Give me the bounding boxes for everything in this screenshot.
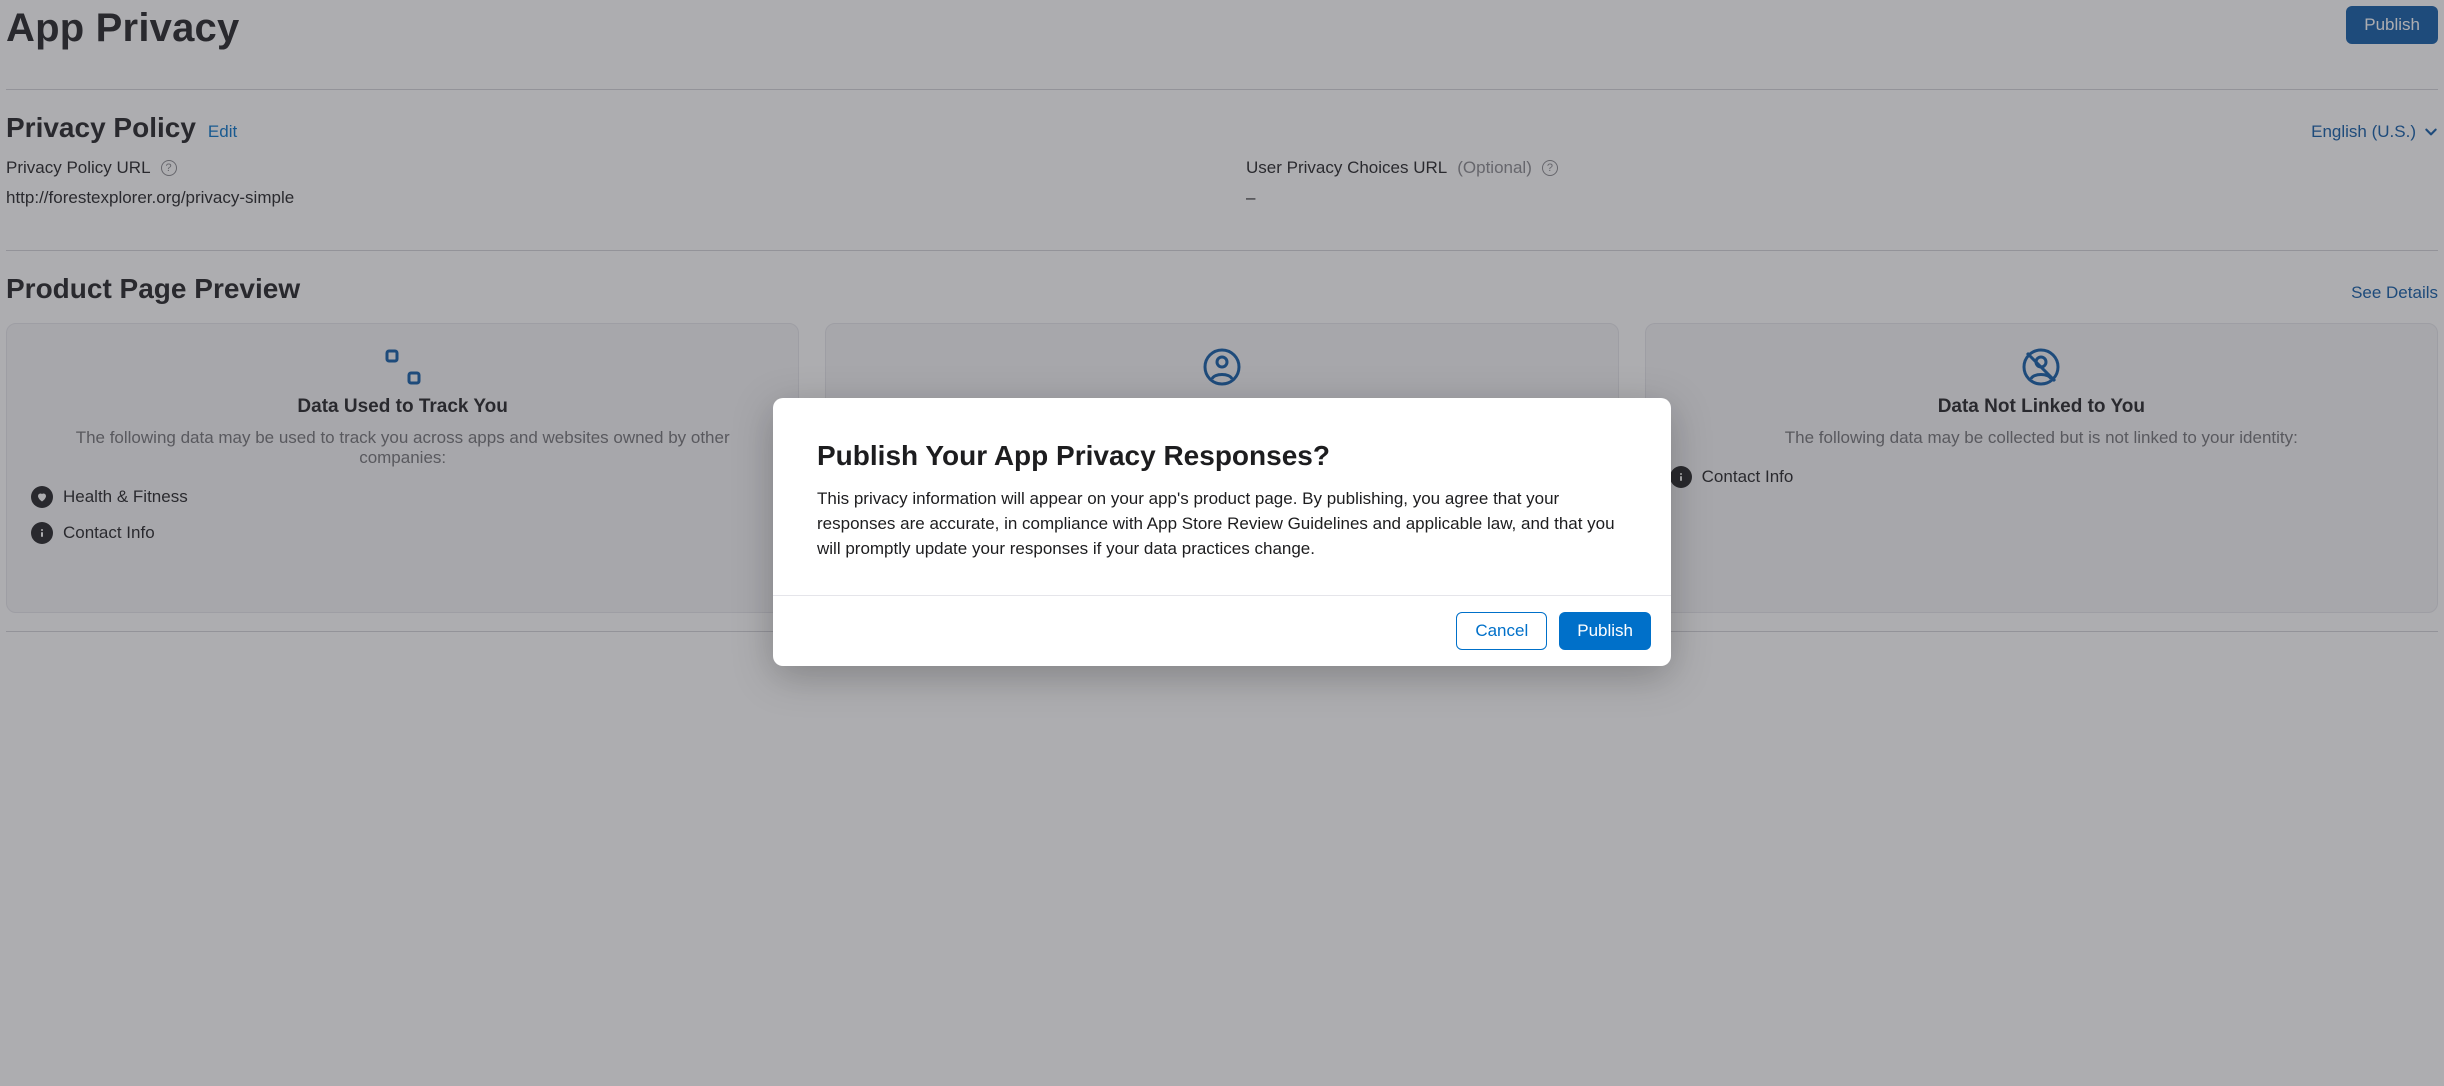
modal-title: Publish Your App Privacy Responses?	[817, 440, 1627, 472]
modal-text: This privacy information will appear on …	[817, 486, 1627, 561]
modal-overlay[interactable]: Publish Your App Privacy Responses? This…	[0, 0, 2444, 1086]
publish-confirm-modal: Publish Your App Privacy Responses? This…	[773, 398, 1671, 666]
modal-footer: Cancel Publish	[773, 595, 1671, 666]
modal-body: Publish Your App Privacy Responses? This…	[773, 398, 1671, 595]
cancel-button[interactable]: Cancel	[1456, 612, 1547, 650]
modal-publish-button[interactable]: Publish	[1559, 612, 1651, 650]
